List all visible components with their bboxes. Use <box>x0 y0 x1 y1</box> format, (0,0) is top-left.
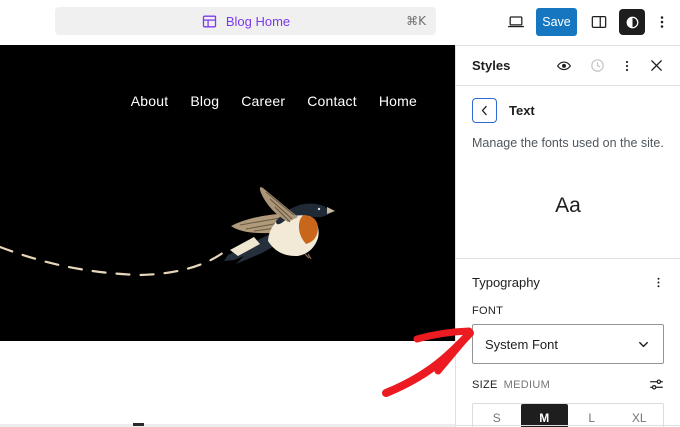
more-options-icon <box>651 275 666 290</box>
size-option-xl[interactable]: XL <box>616 404 664 427</box>
command-bar-label: Blog Home <box>225 13 291 29</box>
divider <box>456 425 680 426</box>
text-screen-header: Text <box>456 86 680 123</box>
size-option-m[interactable]: M <box>520 404 568 427</box>
sidebar-toggle-icon <box>588 12 610 32</box>
screen-description: Manage the fonts used on the site. <box>472 136 664 150</box>
chevron-left-icon <box>478 104 491 117</box>
keyboard-shortcut: ⌘K <box>406 14 426 28</box>
typography-section-header: Typography <box>456 259 680 305</box>
styles-panel-header: Styles <box>456 46 680 86</box>
wp-site-editor: Blog Home ⌘K Save About Blog Career Cont… <box>0 0 680 427</box>
styles-actions-button[interactable] <box>619 55 635 77</box>
typography-preview-text: Aa <box>555 194 581 218</box>
typography-preview: Aa <box>456 154 680 258</box>
style-book-button[interactable] <box>553 55 575 77</box>
styles-sidebar: Styles Text Manage the fonts used on the… <box>455 45 680 427</box>
more-options-icon <box>653 13 671 31</box>
options-menu-button[interactable] <box>653 10 671 34</box>
font-label: FONT <box>472 305 504 318</box>
back-button[interactable] <box>472 98 497 123</box>
section-title: Typography <box>472 274 540 290</box>
font-select-value: System Font <box>485 336 558 352</box>
size-option-s[interactable]: S <box>473 404 521 427</box>
chevron-down-icon <box>636 337 651 352</box>
sidebar-toggle-button[interactable] <box>587 10 611 34</box>
editor-canvas: About Blog Career Contact Home <box>0 45 455 427</box>
revisions-clock-icon <box>588 56 607 75</box>
size-row: SIZE MEDIUM <box>472 375 666 394</box>
font-size-segmented-control: S M L XL <box>472 403 664 427</box>
typography-options-button[interactable] <box>650 273 666 291</box>
styles-button[interactable] <box>619 9 645 35</box>
contrast-styles-icon <box>624 14 641 31</box>
screen-title: Text <box>509 103 535 118</box>
site-header-block: About Blog Career Contact Home <box>0 45 455 341</box>
laptop-preview-icon <box>505 12 527 32</box>
more-options-icon <box>619 58 635 74</box>
top-actions: Save <box>504 8 671 36</box>
close-icon <box>649 58 664 73</box>
template-icon <box>201 13 218 30</box>
revisions-button[interactable] <box>586 55 608 77</box>
swallow-illustration <box>0 187 335 277</box>
view-button[interactable] <box>504 10 528 34</box>
cropped-heading-fragment <box>133 423 144 426</box>
size-option-l[interactable]: L <box>568 404 616 427</box>
sliders-settings-icon <box>647 375 666 394</box>
save-button[interactable]: Save <box>536 8 577 36</box>
page-content-below-hero <box>0 341 455 427</box>
size-settings-button[interactable] <box>647 375 666 394</box>
size-label: SIZE <box>472 378 498 391</box>
close-sidebar-button[interactable] <box>646 55 666 77</box>
style-book-eye-icon <box>554 57 574 75</box>
font-select[interactable]: System Font <box>472 324 664 365</box>
command-bar[interactable]: Blog Home ⌘K <box>55 7 436 35</box>
top-bar: Blog Home ⌘K Save <box>0 0 680 45</box>
size-current-value: MEDIUM <box>503 378 551 391</box>
panel-title: Styles <box>472 58 511 73</box>
